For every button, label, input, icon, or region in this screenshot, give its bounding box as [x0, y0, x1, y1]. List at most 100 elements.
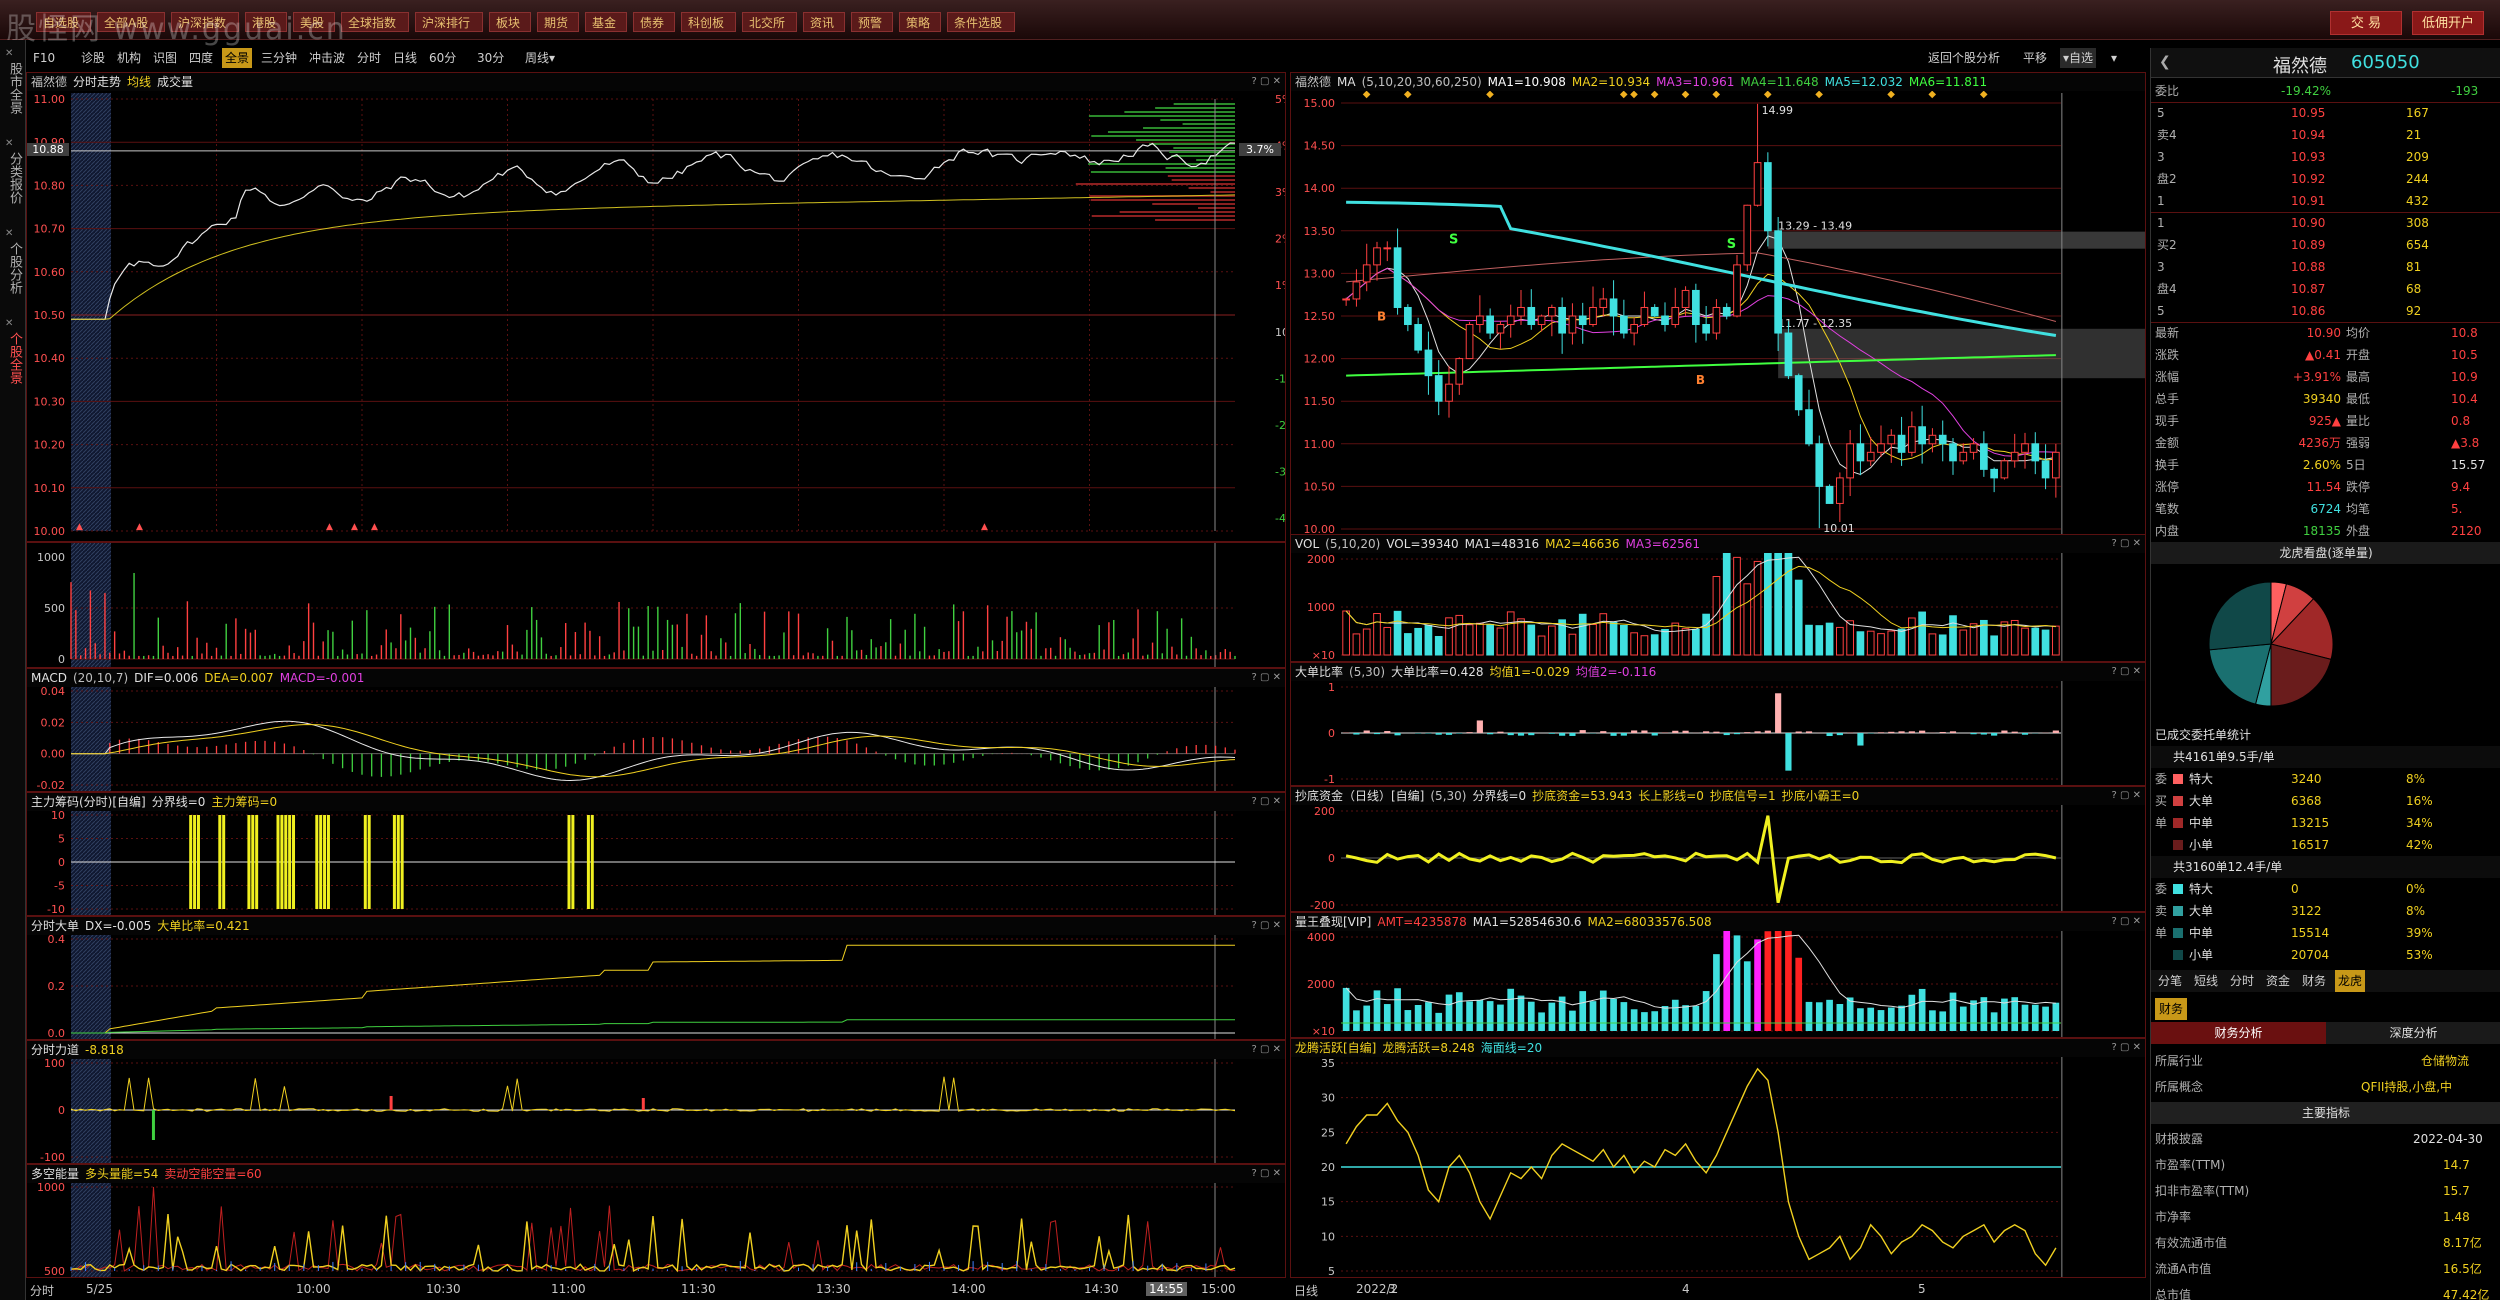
intraday-big-order-panel[interactable]: 0.4 0.2 0.0 分时大单 DX=-0.005 大单比率=0.421? ▢ ✕ — [26, 916, 1286, 1040]
toolbar-item[interactable]: 日线 — [390, 48, 420, 68]
toolbar-item[interactable]: 识图 — [150, 48, 180, 68]
close-icon[interactable]: ✕ — [5, 48, 13, 59]
side-tab-3[interactable]: 个股全景 — [2, 332, 22, 384]
toolbar-item[interactable]: 全景 — [222, 48, 253, 68]
intraday-main-chips-panel[interactable]: 10 5 0 -5 -10 主力筹码(分时)[自编] 分界线=0 主力筹码=0? ▢ ✕ — [26, 792, 1286, 916]
tab-3[interactable]: 资金 — [2263, 970, 2293, 992]
back-icon[interactable]: ❮ — [2159, 54, 2171, 70]
panel-controls-icon[interactable]: ? ▢ ✕ — [1252, 1041, 1282, 1059]
tab-5[interactable]: 龙虎 — [2335, 970, 2366, 992]
side-tab-1[interactable]: 分类报价 — [2, 152, 22, 204]
panel-controls-icon[interactable]: ? ▢ ✕ — [1252, 73, 1282, 91]
close-icon[interactable]: ✕ — [5, 138, 13, 149]
panel-controls-icon[interactable]: ? ▢ ✕ — [1252, 669, 1282, 687]
fin-tab[interactable]: 财务 — [2155, 998, 2188, 1020]
menu-item[interactable]: 条件选股 — [947, 12, 1015, 32]
menu-item[interactable]: 债券 — [633, 12, 675, 32]
sell-signal: S — [1727, 237, 1736, 252]
kline-bottom-fund-panel[interactable]: 200 0 -200 抄底资金（日线）[自编] (5,30) 分界线=0 抄底资金=53.9… — [1290, 786, 2146, 912]
label: 市净率 — [2155, 1210, 2192, 1224]
intraday-volume-panel[interactable]: 1000 500 0 — [26, 542, 1286, 668]
volume-king-bar — [2042, 1006, 2049, 1031]
kline-dragon-active-panel[interactable]: 35 30 25 20 15 10 5 龙腾活跃[自编] 龙腾活跃=8.248 海面线=20 ? ▢… — [1290, 1038, 2146, 1278]
menu-item[interactable]: 板块 — [489, 12, 531, 32]
toolbar-item[interactable]: 诊股 — [78, 48, 108, 68]
value: ▲3.8 — [2451, 436, 2480, 450]
side-tab-0[interactable]: 股市全景 — [2, 62, 22, 114]
kline-big-order-ratio-panel[interactable]: 1 0 -1 大单比率 (5,30) 大单比率=0.428 均值1=-0.029 均值2=-0… — [1290, 662, 2146, 786]
order-bar — [1169, 151, 1235, 153]
value: 47.42亿 — [2443, 1288, 2490, 1300]
panel-header: 大单比率 (5,30) 大单比率=0.428 均值1=-0.029 均值2=-0.116 — [1291, 663, 2145, 681]
kline-volume-king-panel[interactable]: 4000 2000 ×10 量王叠现[VIP] AMT=4235878 MA1=52854… — [1290, 912, 2146, 1038]
toolbar-item[interactable]: 四度 — [186, 48, 216, 68]
menu-item[interactable]: 资讯 — [803, 12, 845, 32]
order-stat-row: 小单 20704 53% — [2151, 944, 2500, 966]
toolbar-item[interactable]: 三分钟 — [258, 48, 300, 68]
tab-1[interactable]: 短线 — [2191, 970, 2221, 992]
side-tab-2[interactable]: 个股分析 — [2, 242, 22, 294]
kline-price-panel[interactable]: 15.00 14.50 14.00 13.50 13.00 12.50 12.00 11.50… — [1290, 72, 2146, 542]
panel-controls-icon[interactable]: ? ▢ ✕ — [1252, 793, 1282, 811]
header-text: 多空能量 — [31, 1167, 80, 1181]
fin-subtab-1[interactable]: 深度分析 — [2326, 1022, 2500, 1044]
toolbar-item[interactable]: 60分 — [426, 48, 459, 68]
menu-item[interactable]: 基金 — [585, 12, 627, 32]
panel-controls-icon[interactable]: ? ▢ ✕ — [2112, 913, 2142, 931]
tab-4[interactable]: 财务 — [2299, 970, 2329, 992]
intraday-force-panel[interactable]: 100 0 -100 分时力道 -8.818? ▢ ✕ — [26, 1040, 1286, 1164]
tab-2[interactable]: 分时 — [2227, 970, 2257, 992]
intraday-price-panel[interactable]: 11.0010.9010.8010.7010.6010.5010.4010.30… — [26, 72, 1286, 542]
toolbar-item[interactable]: 周线▾ — [522, 48, 558, 68]
menu-item[interactable]: 科创板 — [681, 12, 736, 32]
menu-item[interactable]: 策略 — [899, 12, 941, 32]
fin-subtab-0[interactable]: 财务分析 — [2151, 1022, 2326, 1044]
toolbar-right-item[interactable]: ▾ — [2108, 48, 2120, 68]
order-ratio-row: 委比 -19.42% -193 — [2151, 80, 2500, 102]
intraday-macd-panel[interactable]: 0.04 0.02 0.00 -0.02 MACD (20,10,7) DIF=0.006 D… — [26, 668, 1286, 792]
header-text: 分时走势 — [73, 75, 122, 89]
volume-bar — [1794, 579, 1803, 656]
label: 流通A市值 — [2155, 1262, 2212, 1276]
value: 13215 — [2291, 816, 2330, 830]
candle-body — [1506, 315, 1515, 326]
toolbar-item[interactable]: 机构 — [114, 48, 144, 68]
label: 最新 — [2155, 326, 2180, 340]
candle-body — [1959, 451, 1968, 462]
menu-item[interactable]: 全球指数 — [341, 12, 409, 32]
tab-0[interactable]: 分笔 — [2155, 970, 2185, 992]
panel-controls-icon[interactable]: ? ▢ ✕ — [1252, 1165, 1282, 1183]
toolbar-item[interactable]: 30分 — [474, 48, 507, 68]
intraday-long-short-panel[interactable]: 1000 500 多空能量 多头量能=54 卖动空能空量=60? ▢ ✕ — [26, 1164, 1286, 1278]
label: 委 — [2155, 882, 2168, 896]
close-icon[interactable]: ✕ — [5, 318, 13, 329]
menu-item[interactable]: 北交所 — [742, 12, 797, 32]
menu-item[interactable]: 预警 — [851, 12, 893, 32]
value: 11.54 — [2306, 480, 2341, 494]
open-account-button[interactable]: 低佣开户 — [2412, 11, 2484, 35]
toolbar-item[interactable]: 冲击波 — [306, 48, 348, 68]
panel-controls-icon[interactable]: ? ▢ ✕ — [2112, 663, 2142, 681]
toolbar-item[interactable]: F10 — [30, 48, 58, 68]
panel-controls-icon[interactable]: ? ▢ ✕ — [2112, 535, 2142, 553]
toolbar-item[interactable]: 分时 — [354, 48, 384, 68]
axis-tick-label: -200 — [1310, 899, 1335, 911]
axis-tick-label: 2000 — [1307, 553, 1335, 566]
trade-button[interactable]: 交 易 — [2330, 11, 2402, 35]
menu-item[interactable]: 沪深排行 — [415, 12, 483, 32]
label: 最高 — [2346, 370, 2371, 384]
toolbar-right-item[interactable]: ▾自选 — [2060, 48, 2097, 68]
kline-volume-panel[interactable]: 2000 1000 ×10 VOL (5,10,20) VOL=39340 MA1=4831… — [1290, 534, 2146, 662]
volume-bar — [1671, 622, 1680, 656]
toolbar-right-item[interactable]: 返回个股分析 — [1925, 48, 2003, 68]
chip-bar — [288, 815, 292, 909]
volume-bar — [1990, 635, 1998, 656]
panel-controls-icon[interactable]: ? ▢ ✕ — [2112, 787, 2142, 805]
legend-swatch — [2173, 774, 2183, 784]
panel-controls-icon[interactable]: ? ▢ ✕ — [1252, 917, 1282, 935]
legend-swatch — [2173, 840, 2183, 850]
close-icon[interactable]: ✕ — [5, 228, 13, 239]
menu-item[interactable]: 期货 — [537, 12, 579, 32]
panel-controls-icon[interactable]: ? ▢ ✕ — [2112, 1039, 2142, 1057]
toolbar-right-item[interactable]: 平移 — [2020, 48, 2050, 68]
